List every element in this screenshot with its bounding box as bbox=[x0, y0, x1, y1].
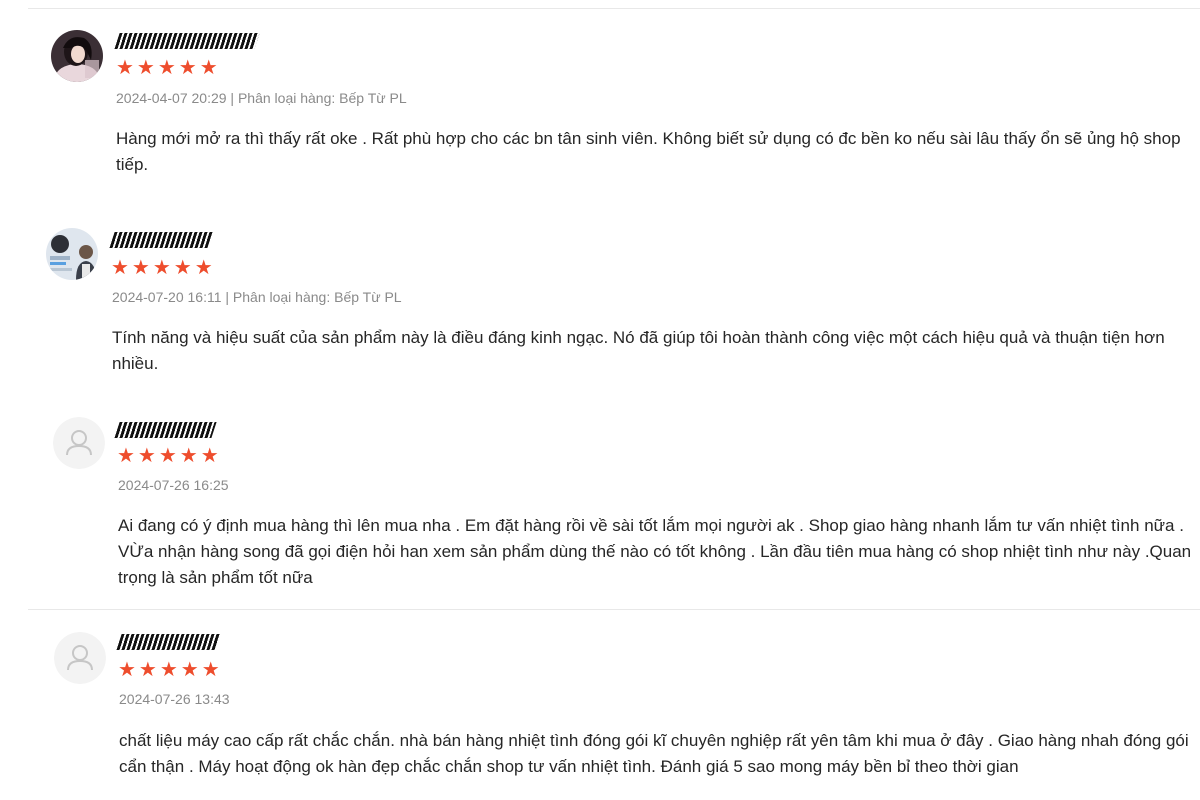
review-date: 2024-04-07 20:29 bbox=[116, 90, 227, 106]
reviewer-avatar[interactable] bbox=[54, 632, 106, 684]
reviewer-name-redacted[interactable] bbox=[109, 232, 213, 248]
default-user-icon bbox=[53, 417, 105, 469]
review-meta: 2024-07-26 16:25 bbox=[118, 476, 229, 494]
product-reviews-list: ★★★★★ 2024-04-07 20:29 | Phân loại hàng:… bbox=[0, 0, 1200, 800]
review-date: 2024-07-26 13:43 bbox=[119, 691, 230, 707]
rating-stars: ★★★★★ bbox=[117, 445, 222, 467]
review-divider bbox=[28, 609, 1200, 610]
reviewer-avatar[interactable] bbox=[46, 228, 98, 280]
review-date: 2024-07-26 16:25 bbox=[118, 477, 229, 493]
user-photo-avatar-woman-icon bbox=[51, 30, 103, 82]
review-meta: 2024-04-07 20:29 | Phân loại hàng: Bếp T… bbox=[116, 89, 407, 107]
reviewer-name-redacted[interactable] bbox=[116, 634, 221, 650]
review-date: 2024-07-20 16:11 bbox=[112, 289, 222, 305]
rating-stars: ★★★★★ bbox=[118, 659, 223, 681]
user-photo-avatar-man-icon bbox=[46, 228, 98, 280]
review-text: Hàng mới mở ra thì thấy rất oke . Rất ph… bbox=[116, 129, 1181, 174]
review-variation: | Phân loại hàng: Bếp Từ PL bbox=[226, 90, 407, 106]
review-text: Ai đang có ý định mua hàng thì lên mua n… bbox=[118, 516, 1192, 587]
review-meta: 2024-07-26 13:43 bbox=[119, 690, 230, 708]
top-divider bbox=[28, 8, 1200, 9]
review-meta: 2024-07-20 16:11 | Phân loại hàng: Bếp T… bbox=[112, 288, 402, 306]
review-text: Tính năng và hiệu suất của sản phẩm này … bbox=[112, 328, 1165, 373]
review-variation: | Phân loại hàng: Bếp Từ PL bbox=[221, 289, 402, 305]
rating-stars: ★★★★★ bbox=[116, 57, 221, 79]
reviewer-avatar[interactable] bbox=[53, 417, 105, 469]
review-text: chất liệu máy cao cấp rất chắc chắn. nhà… bbox=[119, 731, 1189, 776]
reviewer-name-redacted[interactable] bbox=[114, 33, 260, 49]
reviewer-name-redacted[interactable] bbox=[114, 422, 217, 438]
reviewer-avatar[interactable] bbox=[51, 30, 103, 82]
rating-stars: ★★★★★ bbox=[111, 257, 216, 279]
default-user-icon bbox=[54, 632, 106, 684]
